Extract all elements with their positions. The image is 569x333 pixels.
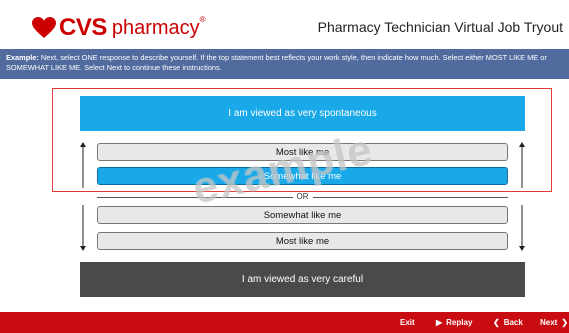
back-button[interactable]: ❮ Back — [493, 312, 523, 333]
back-label: Back — [503, 318, 523, 327]
footer-nav-bar: Exit ▶ Replay ❮ Back Next ❯ — [0, 312, 569, 333]
instruction-label: Example: — [6, 53, 39, 62]
example-highlight-box — [52, 88, 552, 192]
exit-button[interactable]: Exit — [400, 312, 415, 333]
arrow-down-icon — [518, 205, 526, 251]
chevron-left-icon: ❮ — [493, 318, 500, 327]
replay-label: Replay — [446, 318, 473, 327]
instruction-bar: Example: Next, select ONE response to de… — [0, 49, 569, 79]
brand-suffix: pharmacy — [111, 16, 200, 39]
option-most-like-me-bottom[interactable]: Most like me — [97, 232, 508, 250]
arrow-down-icon — [79, 205, 87, 251]
replay-button[interactable]: ▶ Replay — [436, 312, 472, 333]
brand-name: CVS — [59, 14, 107, 41]
next-button[interactable]: Next ❯ — [540, 312, 568, 333]
chevron-right-icon: ❯ — [561, 318, 569, 327]
cvs-logo: CVS pharmacy ® — [32, 13, 206, 43]
play-icon: ▶ — [436, 318, 443, 327]
app-header: CVS pharmacy ® Pharmacy Technician Virtu… — [0, 0, 569, 47]
or-label: OR — [292, 192, 313, 202]
next-label: Next — [540, 318, 558, 327]
bottom-statement: I am viewed as very careful — [80, 262, 525, 297]
heart-icon — [32, 17, 56, 38]
registered-mark: ® — [199, 15, 206, 24]
app-title: Pharmacy Technician Virtual Job Tryout — [317, 19, 563, 35]
exit-label: Exit — [400, 318, 415, 327]
option-somewhat-like-me-bottom[interactable]: Somewhat like me — [97, 206, 508, 224]
instruction-text: Next, select ONE response to describe yo… — [6, 53, 547, 72]
or-separator: OR — [97, 192, 508, 202]
